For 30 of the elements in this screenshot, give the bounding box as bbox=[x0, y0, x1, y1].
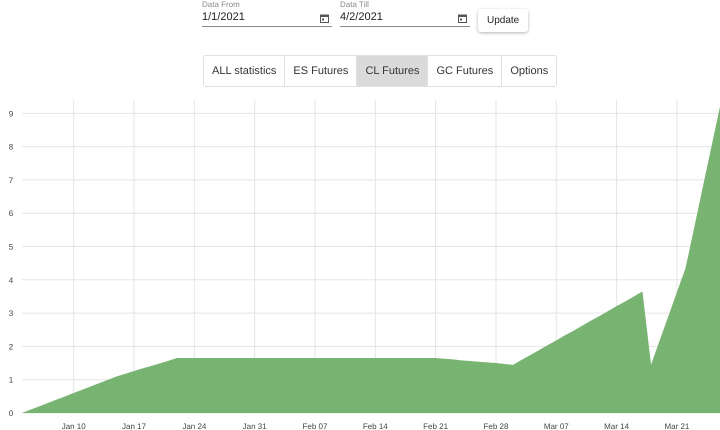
x-axis-label: Feb 07 bbox=[302, 422, 328, 430]
x-axis-label: Feb 28 bbox=[484, 422, 508, 430]
y-axis-label: 1 bbox=[8, 376, 14, 385]
y-axis-label: 0 bbox=[8, 409, 14, 418]
field-label: Data From bbox=[202, 0, 241, 10]
y-axis-label: 8 bbox=[8, 142, 14, 152]
y-axis-label: 5 bbox=[8, 242, 14, 252]
x-axis-label: Mar 07 bbox=[544, 422, 569, 430]
y-axis-label: 9 bbox=[8, 109, 14, 118]
x-axis-label: Jan 24 bbox=[182, 422, 206, 430]
calendar-icon[interactable] bbox=[320, 14, 329, 23]
x-axis-label: Feb 14 bbox=[362, 422, 388, 430]
x-axis-label: Mar 21 bbox=[664, 422, 690, 430]
x-axis-label: Jan 17 bbox=[122, 422, 146, 430]
update-button[interactable]: Update bbox=[478, 9, 528, 32]
y-axis-label: 4 bbox=[8, 276, 14, 285]
x-axis-label: Mar 14 bbox=[604, 422, 630, 430]
x-axis-label: Jan 10 bbox=[62, 422, 86, 430]
tab[interactable]: CL Futures bbox=[356, 56, 428, 86]
date-input[interactable]: 4/2/2021 bbox=[340, 10, 470, 27]
date-input[interactable]: 1/1/2021 bbox=[202, 10, 332, 27]
y-axis-label: 2 bbox=[8, 342, 14, 352]
calendar-icon[interactable] bbox=[458, 14, 467, 23]
x-axis-label: Feb 21 bbox=[423, 422, 448, 430]
y-axis-label: 3 bbox=[8, 309, 14, 318]
y-axis-label: 7 bbox=[8, 176, 14, 185]
y-axis-label: 6 bbox=[8, 209, 14, 218]
field-label: Data Till bbox=[340, 0, 370, 10]
x-axis-label: Jan 31 bbox=[242, 422, 267, 430]
tab[interactable]: Options bbox=[501, 56, 556, 86]
